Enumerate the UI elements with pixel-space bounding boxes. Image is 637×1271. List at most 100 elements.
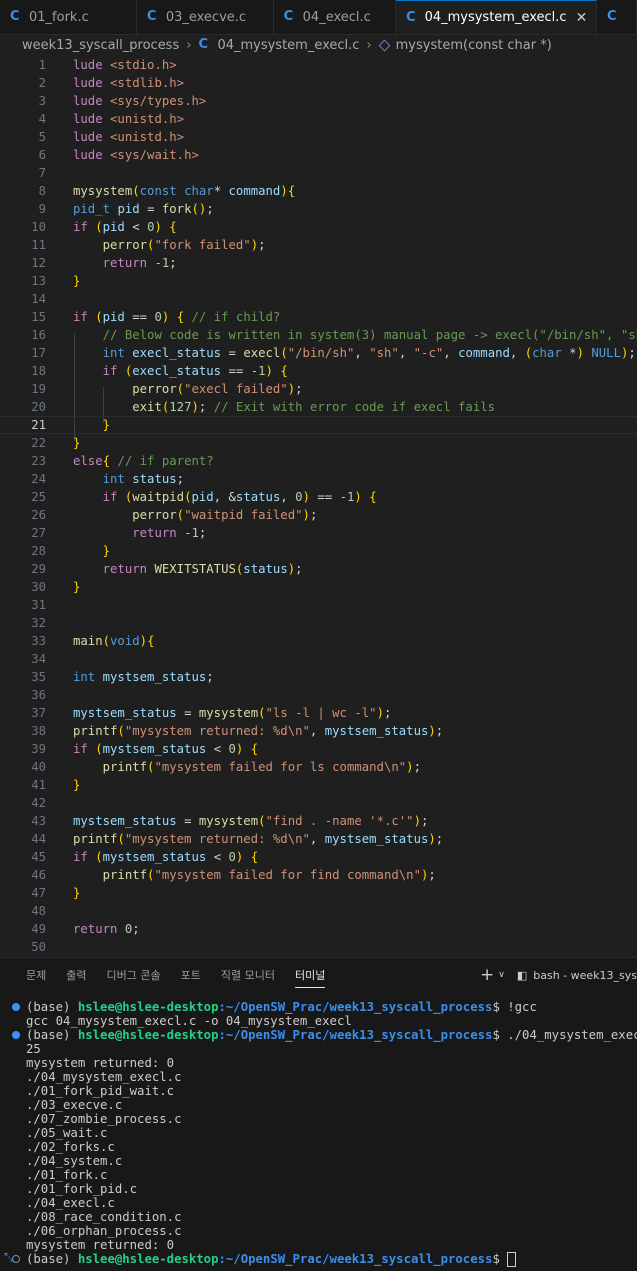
code-line[interactable]: 19 perror("execl failed");	[0, 380, 637, 398]
code-line[interactable]: 24 int status;	[0, 470, 637, 488]
code-text[interactable]: printf("mysystem failed for ls command\n…	[73, 758, 421, 776]
close-icon[interactable]: ✕	[576, 10, 588, 26]
code-text[interactable]: }	[73, 776, 80, 794]
code-line[interactable]: 8 mysystem(const char* command){	[0, 182, 637, 200]
code-text[interactable]: perror("waitpid failed");	[73, 506, 317, 524]
code-line[interactable]: 22}	[0, 434, 637, 452]
code-text[interactable]: mystsem_status = mysystem("find . -name …	[73, 812, 428, 830]
code-text[interactable]: if (mystsem_status < 0) {	[73, 740, 258, 758]
tab-output[interactable]: 출력	[66, 967, 86, 983]
code-text[interactable]: lude <sys/wait.h>	[73, 146, 199, 164]
tab-04-execl[interactable]: C 04_execl.c	[274, 0, 397, 34]
code-line[interactable]: 45 if (mystsem_status < 0) {	[0, 848, 637, 866]
breadcrumb-file[interactable]: 04_mysystem_execl.c	[217, 38, 359, 53]
code-line[interactable]: 11 perror("fork failed");	[0, 236, 637, 254]
code-text[interactable]: mysystem(const char* command){	[73, 182, 295, 200]
tab-overflow[interactable]: C	[597, 0, 637, 34]
code-text[interactable]: int status;	[73, 470, 184, 488]
tab-01-fork[interactable]: C 01_fork.c	[0, 0, 137, 34]
code-line[interactable]: 25 if (waitpid(pid, &status, 0) == -1) {	[0, 488, 637, 506]
code-text[interactable]: return -1;	[73, 524, 206, 542]
command-decoration-icon[interactable]	[12, 1003, 20, 1011]
code-line[interactable]: 10 if (pid < 0) {	[0, 218, 637, 236]
code-text[interactable]: printf("mysystem returned: %d\n", mystse…	[73, 722, 443, 740]
code-line[interactable]: 15 if (pid == 0) { // if child?	[0, 308, 637, 326]
code-text[interactable]: }	[73, 272, 80, 290]
code-text[interactable]: lude <stdio.h>	[73, 56, 177, 74]
terminal-name[interactable]: bash - week13_sys	[533, 969, 637, 982]
code-text[interactable]: return 0;	[73, 920, 140, 938]
code-text[interactable]: return WEXITSTATUS(status);	[73, 560, 303, 578]
code-line[interactable]: 48	[0, 902, 637, 920]
code-text[interactable]: int execl_status = execl("/bin/sh", "sh"…	[73, 344, 636, 362]
code-line[interactable]: 31	[0, 596, 637, 614]
code-text[interactable]: }	[73, 884, 80, 902]
code-line[interactable]: 7	[0, 164, 637, 182]
tab-ports[interactable]: 포트	[181, 967, 201, 983]
code-line[interactable]: 50	[0, 938, 637, 956]
code-line[interactable]: 20 exit(127); // Exit with error code if…	[0, 398, 637, 416]
tab-debug-console[interactable]: 디버그 콘솔	[107, 967, 161, 983]
code-text[interactable]: lude <stdlib.h>	[73, 74, 184, 92]
code-line[interactable]: 35 int mystsem_status;	[0, 668, 637, 686]
code-text[interactable]: perror("execl failed");	[73, 380, 302, 398]
tab-03-execve[interactable]: C 03_execve.c	[137, 0, 274, 34]
code-text[interactable]: mystsem_status = mysystem("ls -l | wc -l…	[73, 704, 391, 722]
layout-icon[interactable]: ⤡	[4, 1250, 14, 1265]
tab-problems[interactable]: 문제	[26, 967, 46, 983]
code-line[interactable]: 4 lude <unistd.h>	[0, 110, 637, 128]
tab-serial-monitor[interactable]: 직렬 모니터	[221, 967, 275, 983]
code-line[interactable]: 47}	[0, 884, 637, 902]
code-text[interactable]: int mystsem_status;	[73, 668, 214, 686]
code-line[interactable]: 26 perror("waitpid failed");	[0, 506, 637, 524]
code-text[interactable]: if (mystsem_status < 0) {	[73, 848, 258, 866]
code-line[interactable]: 41}	[0, 776, 637, 794]
code-line[interactable]: 29 return WEXITSTATUS(status);	[0, 560, 637, 578]
code-editor[interactable]: 1 lude <stdio.h> 2 lude <stdlib.h> 3 lude <sy…	[0, 56, 637, 956]
code-line[interactable]: 36	[0, 686, 637, 704]
code-line[interactable]: 2 lude <stdlib.h>	[0, 74, 637, 92]
code-text[interactable]: return -1;	[73, 254, 177, 272]
code-line[interactable]: 32	[0, 614, 637, 632]
code-line[interactable]: 42	[0, 794, 637, 812]
code-text[interactable]: if (pid == 0) { // if child?	[73, 308, 280, 326]
code-line[interactable]: 34	[0, 650, 637, 668]
code-line[interactable]: 1 lude <stdio.h>	[0, 56, 637, 74]
code-line[interactable]: 9 pid_t pid = fork();	[0, 200, 637, 218]
code-line[interactable]: 14	[0, 290, 637, 308]
code-text[interactable]: else{ // if parent?	[73, 452, 214, 470]
code-text[interactable]: if (pid < 0) {	[73, 218, 177, 236]
code-line[interactable]: 49 return 0;	[0, 920, 637, 938]
code-text[interactable]: pid_t pid = fork();	[73, 200, 214, 218]
breadcrumb-symbol[interactable]: mysystem(const char *)	[396, 38, 552, 53]
code-line[interactable]: 3 lude <sys/types.h>	[0, 92, 637, 110]
code-line[interactable]: 44 printf("mysystem returned: %d\n", myst…	[0, 830, 637, 848]
code-text[interactable]: }	[73, 434, 80, 452]
code-line[interactable]: 5 lude <unistd.h>	[0, 128, 637, 146]
code-text[interactable]: lude <sys/types.h>	[73, 92, 206, 110]
code-line[interactable]: 17 int execl_status = execl("/bin/sh", "…	[0, 344, 637, 362]
code-line[interactable]: 27 return -1;	[0, 524, 637, 542]
code-line[interactable]: 12 return -1;	[0, 254, 637, 272]
code-text[interactable]: main(void){	[73, 632, 154, 650]
code-text[interactable]: printf("mysystem returned: %d\n", mystse…	[73, 830, 443, 848]
code-line[interactable]: 23 else{ // if parent?	[0, 452, 637, 470]
code-line[interactable]: 6 lude <sys/wait.h>	[0, 146, 637, 164]
code-text[interactable]: printf("mysystem failed for find command…	[73, 866, 436, 884]
command-decoration-icon[interactable]	[12, 1031, 20, 1039]
code-text[interactable]: }	[73, 578, 80, 596]
breadcrumb-folder[interactable]: week13_syscall_process	[22, 38, 179, 53]
code-line[interactable]: 28 }	[0, 542, 637, 560]
code-line[interactable]: 33 main(void){	[0, 632, 637, 650]
tab-terminal[interactable]: 터미널	[294, 967, 326, 988]
add-terminal-icon[interactable]: +	[480, 965, 494, 985]
code-line[interactable]: 21 }	[0, 416, 637, 434]
code-line[interactable]: 37 mystsem_status = mysystem("ls -l | wc …	[0, 704, 637, 722]
code-text[interactable]: // Below code is written in system(3) ma…	[73, 326, 637, 344]
code-line[interactable]: 38 printf("mysystem returned: %d\n", myst…	[0, 722, 637, 740]
chevron-down-icon[interactable]: ∨	[498, 970, 505, 980]
code-text[interactable]: exit(127); // Exit with error code if ex…	[73, 398, 495, 416]
code-text[interactable]: }	[73, 542, 110, 560]
code-line[interactable]: 13}	[0, 272, 637, 290]
code-line[interactable]: 39 if (mystsem_status < 0) {	[0, 740, 637, 758]
